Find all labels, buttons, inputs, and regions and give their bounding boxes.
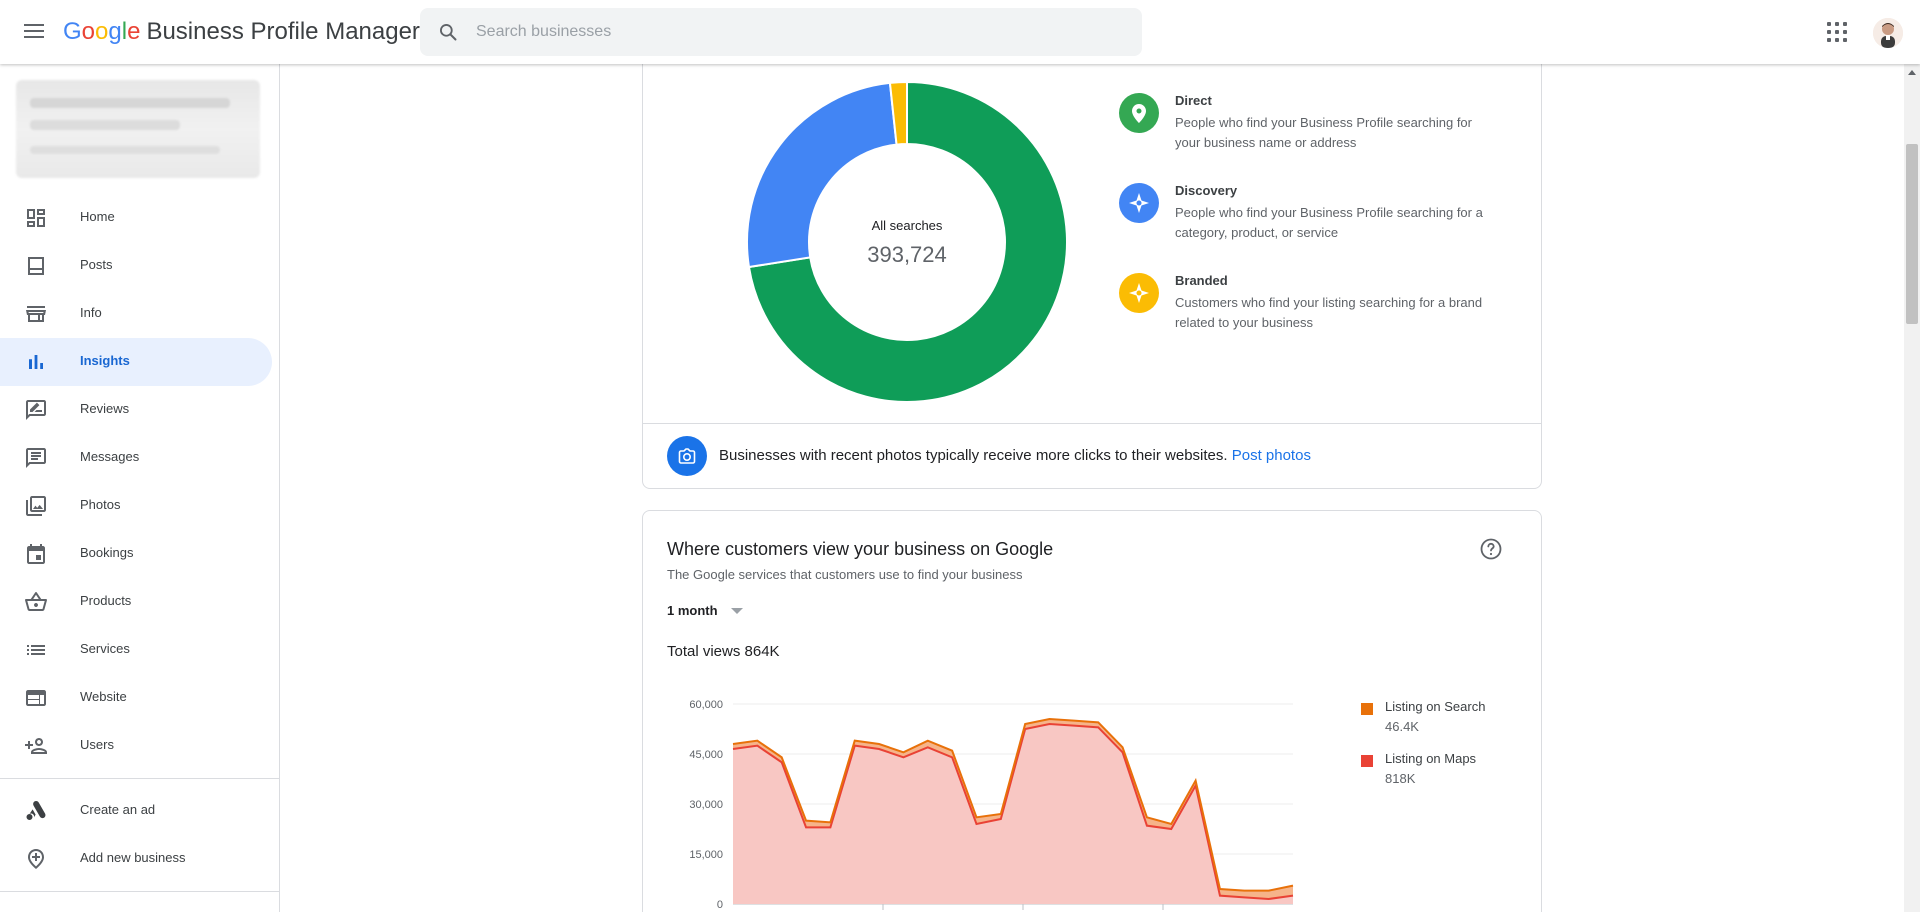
storefront-icon [26, 306, 46, 322]
bar-chart-icon [29, 355, 43, 369]
help-icon[interactable] [1479, 537, 1503, 561]
scroll-up-icon[interactable] [1908, 70, 1916, 75]
views-area-chart: 60,000 45,000 30,000 15,000 0 [689, 699, 1294, 911]
rate-review-icon [26, 400, 46, 420]
posts-icon [28, 257, 44, 275]
avatar[interactable] [1873, 18, 1903, 48]
scrollbar-thumb[interactable] [1906, 144, 1918, 324]
sidebar-item-info[interactable]: Info [0, 290, 272, 338]
sidebar-item-website[interactable]: Website [0, 674, 272, 722]
searches-donut-chart [746, 80, 1068, 403]
legend-swatch [1361, 755, 1373, 767]
compass-icon [1119, 183, 1159, 223]
add-location-icon [28, 849, 44, 869]
location-pin-icon [1119, 93, 1159, 133]
sidebar-divider [0, 891, 280, 892]
top-app-bar: Google Business Profile Manager [0, 0, 1920, 64]
y-tick-label: 45,000 [689, 749, 723, 761]
sidebar-item-home[interactable]: Home [0, 194, 272, 242]
sidebar-divider [0, 778, 280, 779]
views-card: Where customers view your business on Go… [642, 510, 1542, 912]
camera-icon [667, 436, 707, 476]
y-tick-label: 60,000 [689, 699, 723, 711]
app-title: Business Profile Manager [146, 18, 420, 45]
period-dropdown[interactable]: 1 month [667, 603, 743, 618]
y-tick-label: 0 [717, 899, 723, 911]
person-add-icon [25, 738, 47, 754]
sidebar-item-services[interactable]: Services [0, 626, 272, 674]
apps-grid-icon[interactable] [1827, 22, 1847, 42]
photo-library-icon [26, 496, 46, 516]
y-tick-label: 15,000 [689, 849, 723, 861]
card-divider [643, 423, 1541, 424]
app-logo[interactable]: Google Business Profile Manager [63, 18, 420, 46]
total-views: Total views 864K [667, 643, 780, 660]
sidebar-item-messages[interactable]: Messages [0, 434, 272, 482]
photo-tip: Businesses with recent photos typically … [719, 447, 1311, 464]
menu-icon[interactable] [22, 20, 46, 44]
card-subtitle: The Google services that customers use t… [667, 567, 1023, 582]
sidebar-item-bookings[interactable]: Bookings [0, 530, 272, 578]
sidebar-item-reviews[interactable]: Reviews [0, 386, 272, 434]
sidebar-nav: Home Posts Info Insights Reviews Message… [0, 194, 280, 900]
sidebar-item-photos[interactable]: Photos [0, 482, 272, 530]
sidebar-item-posts[interactable]: Posts [0, 242, 272, 290]
post-photos-link[interactable]: Post photos [1232, 447, 1311, 464]
search-bar[interactable] [420, 8, 1142, 56]
dashboard-icon [27, 209, 45, 227]
chat-icon [26, 448, 46, 468]
sidebar-item-add-business[interactable]: Add new business [0, 835, 272, 883]
caret-down-icon [731, 608, 743, 614]
page-scrollbar[interactable] [1904, 64, 1920, 912]
sidebar: Home Posts Info Insights Reviews Message… [0, 64, 280, 912]
business-selector[interactable] [16, 80, 260, 178]
list-icon [27, 645, 45, 655]
search-icon[interactable] [438, 22, 458, 42]
calendar-icon [27, 544, 45, 564]
searches-card: All searches 393,724 Direct People who f… [642, 64, 1542, 489]
search-input[interactable] [476, 8, 1116, 56]
compass-icon [1119, 273, 1159, 313]
basket-icon [25, 591, 47, 611]
sidebar-item-insights[interactable]: Insights [0, 338, 272, 386]
web-icon [26, 690, 46, 706]
sidebar-item-products[interactable]: Products [0, 578, 272, 626]
area-listing-on-maps [733, 724, 1293, 904]
card-title: Where customers view your business on Go… [667, 539, 1054, 559]
y-tick-label: 30,000 [689, 799, 723, 811]
sidebar-item-users[interactable]: Users [0, 722, 272, 770]
main-content: All searches 393,724 Direct People who f… [281, 64, 1904, 912]
sidebar-item-create-ad[interactable]: Create an ad [0, 787, 272, 835]
donut-slice-discovery[interactable] [746, 81, 898, 269]
legend-swatch [1361, 703, 1373, 715]
google-ads-icon [26, 800, 46, 820]
